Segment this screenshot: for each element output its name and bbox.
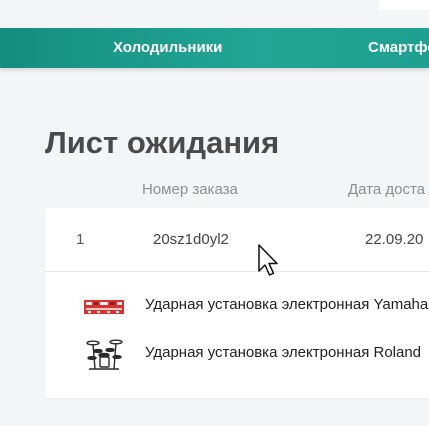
page-title: Лист ожидания bbox=[45, 125, 280, 160]
product-name: Ударная установка электронная Yamaha bbox=[145, 296, 429, 313]
nav-item-fridges[interactable]: Холодильники bbox=[113, 39, 222, 56]
column-header-order-number: Номер заказа bbox=[142, 181, 238, 198]
waitlist-order-card: 1 20sz1d0yl2 22.09.20 Ударная установка … bbox=[45, 208, 429, 398]
product-name: Ударная установка электронная Roland bbox=[145, 344, 422, 361]
mouse-pointer-icon bbox=[258, 244, 278, 276]
order-delivery-date: 22.09.20 bbox=[365, 231, 424, 248]
drum-kit-red-panel-icon bbox=[84, 300, 124, 314]
top-strip bbox=[0, 0, 429, 28]
order-index: 1 bbox=[76, 231, 85, 248]
drum-kit-icon bbox=[86, 339, 123, 370]
nav-item-smartphones[interactable]: Смартфоны bbox=[368, 39, 429, 56]
product-item[interactable]: Ударная установка электронная Yamaha bbox=[45, 284, 429, 328]
category-nav-bar: Холодильники Смартфоны bbox=[0, 28, 429, 68]
top-right-panel bbox=[379, 0, 429, 10]
column-header-delivery-date: Дата доста bbox=[348, 181, 426, 198]
order-number: 20sz1d0yl2 bbox=[153, 231, 229, 248]
product-item[interactable]: Ударная установка электронная Roland bbox=[45, 332, 429, 376]
order-row[interactable]: 1 20sz1d0yl2 22.09.20 bbox=[45, 208, 429, 272]
